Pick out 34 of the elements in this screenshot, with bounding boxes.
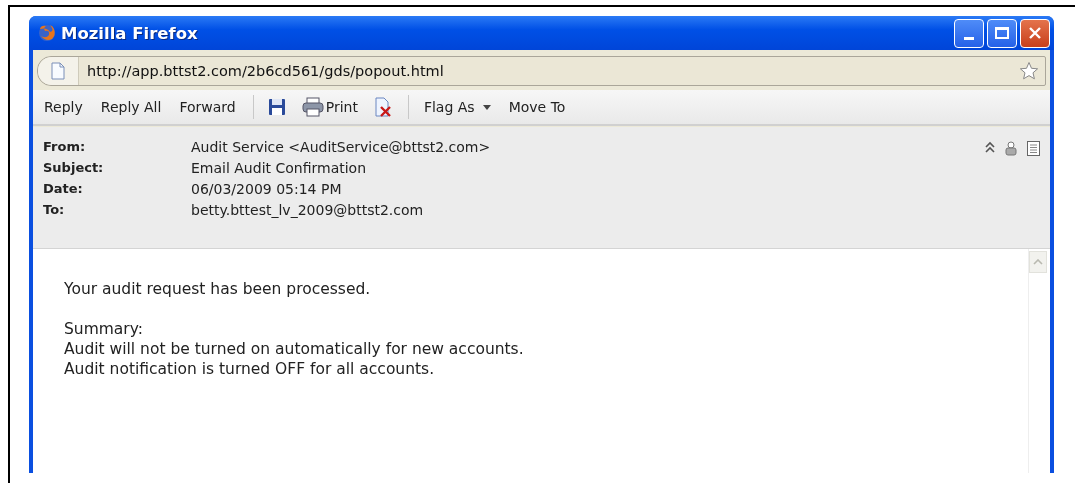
caret-icon [482, 104, 491, 110]
field-value: 06/03/2009 05:14 PM [191, 181, 343, 197]
scrollbar[interactable] [1028, 249, 1047, 473]
document-icon[interactable] [1027, 141, 1040, 156]
field-label: To: [43, 202, 66, 218]
toolbar-button[interactable]: Reply [37, 93, 90, 121]
field-value: betty.bttest_lv_2009@bttst2.com [191, 202, 425, 218]
field-label: Subject: [43, 160, 105, 176]
toolbar-button[interactable]: Forward [172, 93, 243, 121]
field-label: Date: [43, 181, 84, 197]
toolbar-button[interactable]: Move To [501, 93, 573, 121]
maximize-button[interactable] [987, 18, 1017, 48]
toolbar-button[interactable]: Reply All [93, 93, 169, 121]
chevron-up-icon [1033, 259, 1043, 265]
message-text: Audit will not be turned on automatically for new accounts. [64, 339, 525, 359]
field-value: Audit Service <AuditService@bttst2.com> [191, 139, 491, 155]
close-icon [1028, 26, 1042, 40]
collapse-icon[interactable] [985, 141, 995, 153]
close-button[interactable] [1020, 18, 1050, 48]
minimize-button[interactable] [954, 18, 984, 48]
message-text: Summary: [64, 319, 144, 339]
message-text: Your audit request has been processed. [64, 279, 372, 299]
print-button[interactable]: Print [295, 93, 364, 121]
window-title: Mozilla Firefox [61, 23, 198, 43]
document-cross-icon [373, 97, 392, 117]
star-icon[interactable] [1019, 61, 1039, 81]
printer-icon [301, 97, 324, 117]
field-label: From: [43, 139, 87, 155]
field-value: Email Audit Confirmation [191, 160, 368, 176]
url-text: http://app.bttst2.com/2b6cd561/gds/popout.html [87, 63, 444, 79]
message-text: Audit notification is turned OFF for all accounts. [64, 359, 436, 379]
page-icon [51, 62, 65, 80]
address-bar[interactable]: http://app.bttst2.com/2b6cd561/gds/popout.html [37, 56, 1046, 86]
dropdown-button[interactable]: Flag As [416, 93, 498, 121]
